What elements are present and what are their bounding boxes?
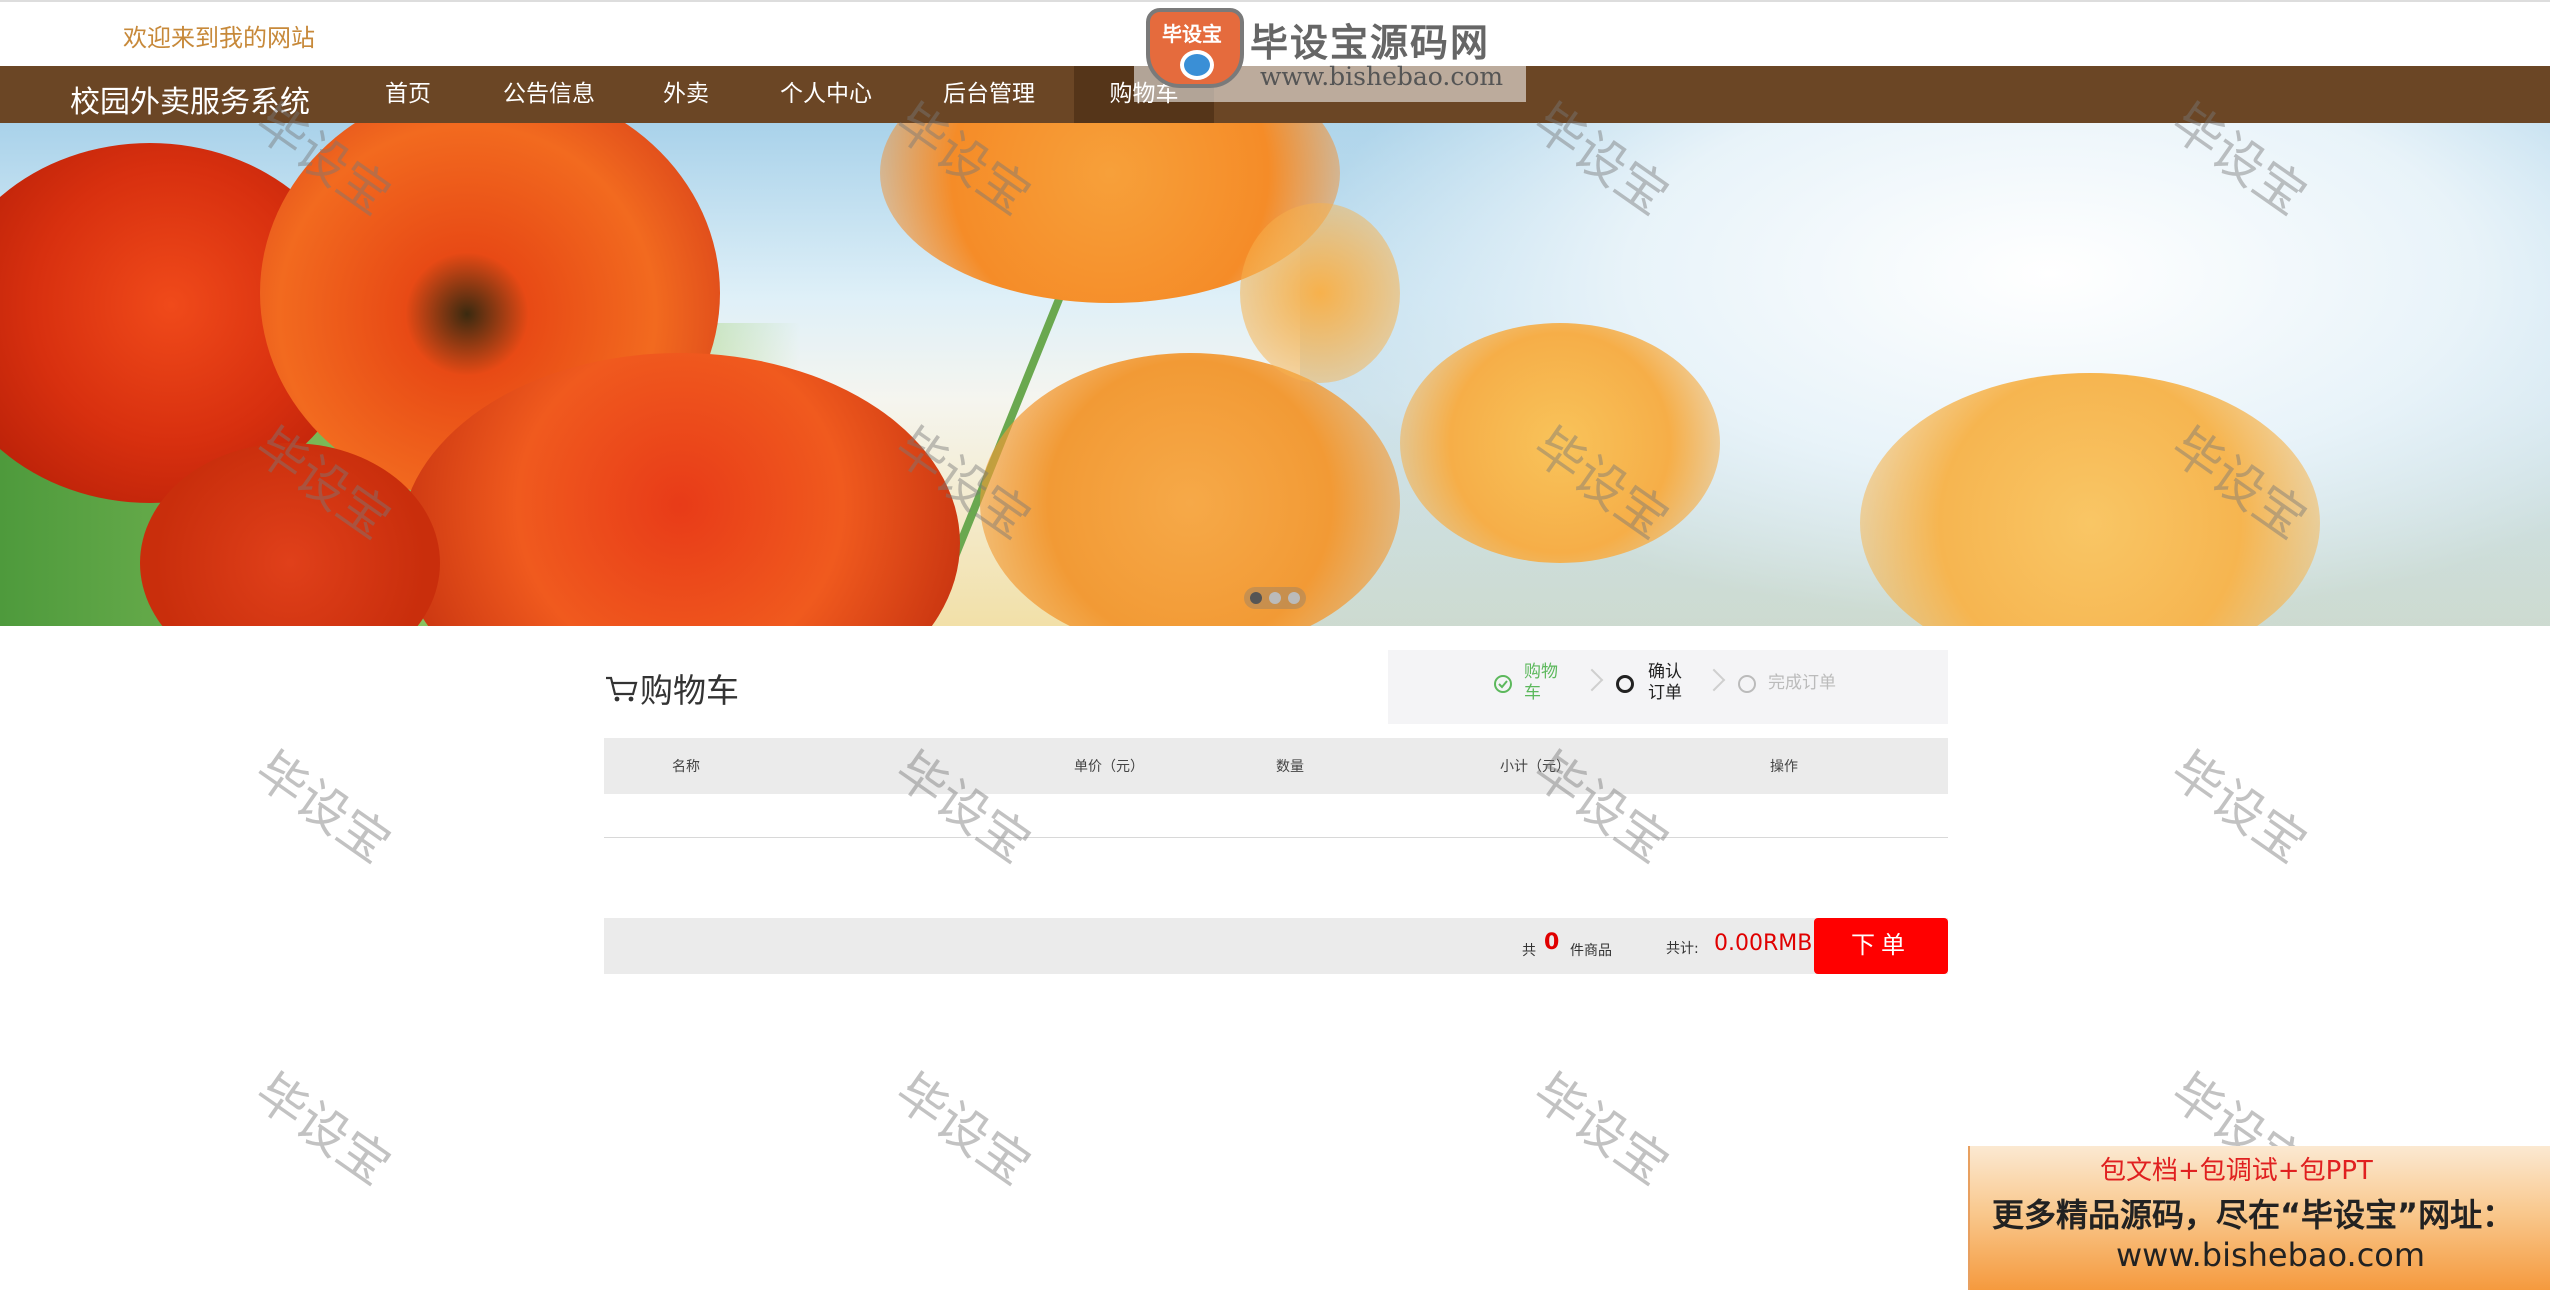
column-subtotal: 小计（元） [1500,759,1570,775]
step-complete: 完成订单 [1768,673,1836,693]
logo-url: www.bishebao.com [1260,62,1504,91]
promo-line-2: 更多精品源码，尽在“毕设宝”网址： [1992,1196,2515,1234]
shopping-cart-icon [604,673,638,703]
column-unit-price: 单价（元） [1074,759,1144,775]
logo-badge-icon: 毕设宝 [1146,8,1244,88]
watermark-text: 毕设宝 [1522,1062,1679,1197]
order-steps: 购物 车 确认 订单 完成订单 [1388,650,1948,724]
nav-item-announcements[interactable]: 公告信息 [486,66,612,123]
step-cart: 购物 车 [1524,662,1558,703]
watermark-text: 毕设宝 [2160,740,2317,875]
banner-dot-2[interactable] [1269,592,1281,604]
chevron-right-icon [1702,668,1726,692]
banner-pagination [1244,587,1306,609]
nav-item-takeout[interactable]: 外卖 [648,66,724,123]
total-label: 共计: [1666,941,1699,957]
banner-dot-1[interactable] [1250,592,1262,604]
welcome-text: 欢迎来到我的网站 [123,24,315,52]
site-brand[interactable]: 校园外卖服务系统 [70,77,310,121]
logo-badge-text: 毕设宝 [1162,22,1222,46]
watermark-text: 毕设宝 [244,740,401,875]
logo-title: 毕设宝源码网 [1250,21,1491,65]
place-order-button[interactable]: 下单 [1814,918,1948,974]
total-amount: 0.00RMB [1714,931,1813,956]
chevron-right-icon [1580,668,1604,692]
nav-item-admin[interactable]: 后台管理 [928,66,1050,123]
item-count: 0 [1544,930,1560,955]
hero-banner [0,123,2550,626]
count-prefix: 共 [1522,943,1536,959]
step-confirm: 确认 订单 [1648,662,1682,703]
cart-summary: 共 0 件商品 共计: 0.00RMB [604,918,1948,974]
nav-item-profile[interactable]: 个人中心 [762,66,890,123]
site-logo-watermark: 毕设宝 毕设宝源码网 www.bishebao.com [1134,6,1526,102]
column-actions: 操作 [1770,759,1798,775]
poppy-flower [1400,323,1720,563]
promo-url[interactable]: www.bishebao.com [2116,1236,2425,1274]
promo-banner[interactable]: 包文档+包调试+包PPT 更多精品源码，尽在“毕设宝”网址： www.bishe… [1968,1146,2550,1290]
banner-dot-3[interactable] [1288,592,1300,604]
column-quantity: 数量 [1276,759,1304,775]
nav-item-home[interactable]: 首页 [366,66,450,123]
watermark-text: 毕设宝 [244,1062,401,1197]
column-name: 名称 [672,759,700,775]
cart-title: 购物车 [640,671,739,710]
poppy-flower [1240,203,1400,383]
check-circle-icon [1494,675,1512,693]
circle-icon [1616,675,1634,693]
cart-table-body [604,794,1948,838]
logo-circle-icon [1180,50,1214,80]
cart-table-header: 名称 单价（元） 数量 小计（元） 操作 [604,738,1948,794]
watermark-text: 毕设宝 [884,1062,1041,1197]
circle-icon [1738,675,1756,693]
promo-line-1: 包文档+包调试+包PPT [2100,1156,2373,1186]
cart-heading: 购物车 [604,664,739,712]
count-suffix: 件商品 [1570,943,1612,959]
